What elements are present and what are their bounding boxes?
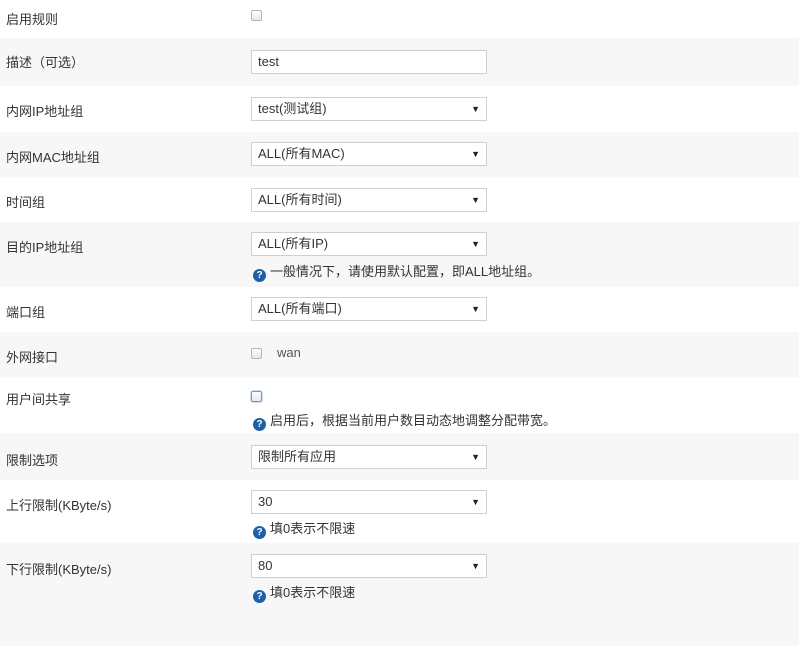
limit-option-selected: 限制所有应用	[258, 449, 337, 464]
row-limit-option: 限制选项 限制所有应用 ▼	[0, 433, 799, 480]
user-sharing-help: ? 启用后，根据当前用户数目动态地调整分配带宽。	[253, 410, 556, 431]
upload-limit-help: ? 填0表示不限速	[253, 518, 355, 539]
lan-ip-group-selected: test(测试组)	[258, 101, 327, 116]
row-port-group: 端口组 ALL(所有端口) ▼	[0, 287, 799, 332]
row-description: 描述（可选） test	[0, 38, 799, 86]
caret-down-icon: ▼	[471, 561, 480, 571]
limit-option-label: 限制选项	[6, 453, 59, 468]
user-sharing-checkbox[interactable]	[251, 391, 262, 402]
upload-limit-select[interactable]: 30 ▼	[251, 490, 487, 514]
row-download-limit: 下行限制(KByte/s) 80 ▼ ? 填0表示不限速	[0, 543, 799, 646]
caret-down-icon: ▼	[471, 304, 480, 314]
download-limit-selected: 80	[258, 558, 273, 573]
user-sharing-label: 用户间共享	[6, 392, 72, 407]
download-limit-label: 下行限制(KByte/s)	[6, 562, 112, 577]
download-limit-help: ? 填0表示不限速	[253, 582, 355, 603]
caret-down-icon: ▼	[471, 497, 480, 507]
description-label: 描述（可选）	[6, 55, 85, 70]
time-group-select[interactable]: ALL(所有时间) ▼	[251, 188, 487, 212]
upload-limit-selected: 30	[258, 494, 273, 509]
question-circle-icon: ?	[253, 418, 266, 431]
row-user-sharing: 用户间共享 ? 启用后，根据当前用户数目动态地调整分配带宽。	[0, 377, 799, 433]
row-lan-ip-group: 内网IP地址组 test(测试组) ▼	[0, 86, 799, 132]
wan-checkbox[interactable]	[251, 348, 262, 359]
caret-down-icon: ▼	[471, 195, 480, 205]
description-input[interactable]: test	[251, 50, 487, 74]
row-enable-rule: 启用规则	[0, 0, 799, 38]
limit-option-select[interactable]: 限制所有应用 ▼	[251, 445, 487, 469]
lan-ip-group-label: 内网IP地址组	[6, 104, 84, 119]
dest-ip-group-select[interactable]: ALL(所有IP) ▼	[251, 232, 487, 256]
lan-mac-group-label: 内网MAC地址组	[6, 150, 100, 165]
lan-mac-group-select[interactable]: ALL(所有MAC) ▼	[251, 142, 487, 166]
rule-form: 启用规则 描述（可选） test 内网IP地址组 test(测试组) ▼ 内网M…	[0, 0, 799, 646]
dest-ip-group-label: 目的IP地址组	[6, 240, 84, 255]
row-wan-interface: 外网接口 wan	[0, 332, 799, 377]
enable-rule-checkbox[interactable]	[251, 10, 262, 21]
row-lan-mac-group: 内网MAC地址组 ALL(所有MAC) ▼	[0, 132, 799, 177]
dest-ip-group-help-text: 一般情况下，请使用默认配置，即ALL地址组。	[270, 264, 541, 279]
dest-ip-group-help: ? 一般情况下，请使用默认配置，即ALL地址组。	[253, 261, 540, 282]
time-group-label: 时间组	[6, 195, 46, 210]
question-circle-icon: ?	[253, 590, 266, 603]
user-sharing-help-text: 启用后，根据当前用户数目动态地调整分配带宽。	[270, 413, 557, 428]
port-group-select[interactable]: ALL(所有端口) ▼	[251, 297, 487, 321]
port-group-label: 端口组	[6, 305, 46, 320]
caret-down-icon: ▼	[471, 239, 480, 249]
download-limit-help-text: 填0表示不限速	[270, 585, 356, 600]
lan-ip-group-select[interactable]: test(测试组) ▼	[251, 97, 487, 121]
download-limit-select[interactable]: 80 ▼	[251, 554, 487, 578]
question-circle-icon: ?	[253, 526, 266, 539]
dest-ip-group-selected: ALL(所有IP)	[258, 236, 329, 251]
row-upload-limit: 上行限制(KByte/s) 30 ▼ ? 填0表示不限速	[0, 480, 799, 543]
row-dest-ip-group: 目的IP地址组 ALL(所有IP) ▼ ? 一般情况下，请使用默认配置，即ALL地…	[0, 222, 799, 287]
wan-interface-label: 外网接口	[6, 350, 59, 365]
enable-rule-label: 启用规则	[6, 12, 59, 27]
caret-down-icon: ▼	[471, 149, 480, 159]
caret-down-icon: ▼	[471, 104, 480, 114]
row-time-group: 时间组 ALL(所有时间) ▼	[0, 177, 799, 222]
upload-limit-help-text: 填0表示不限速	[270, 521, 356, 536]
upload-limit-label: 上行限制(KByte/s)	[6, 498, 112, 513]
wan-option-label[interactable]: wan	[277, 345, 301, 360]
caret-down-icon: ▼	[471, 452, 480, 462]
port-group-selected: ALL(所有端口)	[258, 301, 342, 316]
time-group-selected: ALL(所有时间)	[258, 192, 342, 207]
lan-mac-group-selected: ALL(所有MAC)	[258, 146, 345, 161]
question-circle-icon: ?	[253, 269, 266, 282]
